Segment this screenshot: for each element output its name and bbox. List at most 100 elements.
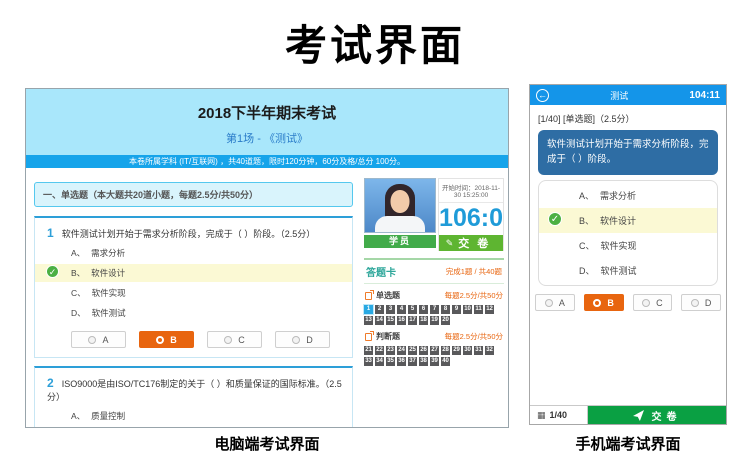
start-time-text: 开始时间：2018-11-30 15:25:00 — [439, 179, 503, 203]
answer-letter: D — [705, 298, 712, 308]
option-text: 软件实现 — [601, 241, 637, 251]
question-cell-29[interactable]: 29 — [452, 346, 461, 355]
mobile-option-row-c[interactable]: C、软件实现 — [539, 233, 717, 258]
mobile-option-list: A、需求分析✓B、软件设计C、软件实现D、软件测试 — [538, 180, 718, 286]
mobile-option-row-b[interactable]: ✓B、软件设计 — [539, 208, 717, 233]
mobile-submit-button[interactable]: 交卷 — [588, 406, 726, 424]
desktop-exam-panel: 2018下半年期末考试 第1场 - 《测试》 本卷所属学科 (IT/互联网) ，… — [25, 88, 509, 428]
question-cell-13[interactable]: 13 — [364, 316, 373, 325]
student-photo-column: 学员 — [364, 178, 436, 251]
question-cell-40[interactable]: 40 — [441, 357, 450, 366]
radio-icon — [224, 336, 232, 344]
question-cell-10[interactable]: 10 — [463, 305, 472, 314]
question-cell-38[interactable]: 38 — [419, 357, 428, 366]
option-row-d[interactable]: D、软件测试 — [35, 304, 352, 322]
submit-button[interactable]: ✎ 交卷 — [439, 235, 503, 251]
option-row-b[interactable]: B、质量管理 — [35, 427, 352, 428]
question-cell-17[interactable]: 17 — [408, 316, 417, 325]
question-cell-35[interactable]: 35 — [386, 357, 395, 366]
question-cell-25[interactable]: 25 — [408, 346, 417, 355]
question-cell-2[interactable]: 2 — [375, 305, 384, 314]
option-label: D、 — [71, 308, 86, 318]
question-cell-18[interactable]: 18 — [419, 316, 428, 325]
question-cell-12[interactable]: 12 — [485, 305, 494, 314]
option-label: B、 — [579, 216, 594, 226]
option-row-a[interactable]: A、质量控制 — [35, 407, 352, 425]
avatar-shirt — [375, 216, 425, 233]
answer-button-d[interactable]: D — [275, 331, 330, 348]
question-cell-26[interactable]: 26 — [419, 346, 428, 355]
mobile-answer-button-b[interactable]: B — [584, 294, 624, 311]
mobile-answer-button-d[interactable]: D — [681, 294, 721, 311]
question-number: 2 — [47, 376, 54, 390]
section-score: 每题2.5分/共50分 — [445, 290, 503, 301]
answer-card-sections: 单选题每题2.5分/共50分12345678910111213141516171… — [364, 290, 504, 366]
exam-header: 2018下半年期末考试 第1场 - 《测试》 本卷所属学科 (IT/互联网) ，… — [26, 89, 508, 168]
answer-button-a[interactable]: A — [71, 331, 126, 348]
mobile-answer-button-a[interactable]: A — [535, 294, 575, 311]
question-cell-31[interactable]: 31 — [474, 346, 483, 355]
option-row-c[interactable]: C、软件实现 — [35, 284, 352, 302]
question-cell-39[interactable]: 39 — [430, 357, 439, 366]
question-cell-36[interactable]: 36 — [397, 357, 406, 366]
question-cell-3[interactable]: 3 — [386, 305, 395, 314]
answer-sheet-button[interactable]: ▦ 1/40 — [530, 406, 588, 424]
question-area: 一、单选题（本大题共20道小题，每题2.5分/共50分） 1软件测试计划开始于需… — [26, 168, 361, 428]
question-cell-6[interactable]: 6 — [419, 305, 428, 314]
question-cell-20[interactable]: 20 — [441, 316, 450, 325]
question-meta: [1/40] [单选题]（2.5分） — [530, 105, 726, 130]
mobile-answer-button-c[interactable]: C — [633, 294, 673, 311]
question-cell-7[interactable]: 7 — [430, 305, 439, 314]
option-row-a[interactable]: A、需求分析 — [35, 244, 352, 262]
question-cell-33[interactable]: 33 — [364, 357, 373, 366]
question-cell-22[interactable]: 22 — [375, 346, 384, 355]
exam-title: 2018下半年期末考试 — [26, 102, 508, 123]
submit-label: 交卷 — [458, 235, 496, 251]
question-cell-34[interactable]: 34 — [375, 357, 384, 366]
question-cell-16[interactable]: 16 — [397, 316, 406, 325]
send-icon — [633, 410, 644, 421]
question-cell-5[interactable]: 5 — [408, 305, 417, 314]
question-cell-9[interactable]: 9 — [452, 305, 461, 314]
question-cell-8[interactable]: 8 — [441, 305, 450, 314]
question-cell-30[interactable]: 30 — [463, 346, 472, 355]
answer-card-section: 单选题每题2.5分/共50分12345678910111213141516171… — [364, 290, 504, 325]
section-name: 单选题 — [365, 290, 400, 301]
mobile-option-row-d[interactable]: D、软件测试 — [539, 258, 717, 283]
back-button[interactable]: ← — [536, 89, 549, 102]
question-card-1: 1软件测试计划开始于需求分析阶段，完成于（ ）阶段。（2.5分） A、需求分析 ✓B… — [34, 216, 353, 358]
mobile-footer: ▦ 1/40 交卷 — [530, 405, 726, 424]
option-text: 需求分析 — [600, 191, 636, 201]
answer-button-b[interactable]: B — [139, 331, 194, 348]
answer-button-c[interactable]: C — [207, 331, 262, 348]
option-label: B、 — [71, 268, 85, 278]
answer-card-header: 答题卡 完成1题 / 共40题 — [364, 258, 504, 284]
mobile-exam-title: 测试 — [549, 89, 689, 102]
question-cell-32[interactable]: 32 — [485, 346, 494, 355]
section-score: 每题2.5分/共50分 — [445, 331, 503, 342]
exam-body: 一、单选题（本大题共20道小题，每题2.5分/共50分） 1软件测试计划开始于需… — [26, 168, 508, 428]
question-cell-4[interactable]: 4 — [397, 305, 406, 314]
mobile-option-row-a[interactable]: A、需求分析 — [539, 183, 717, 208]
option-row-b[interactable]: ✓B、软件设计 — [35, 264, 352, 282]
question-cell-14[interactable]: 14 — [375, 316, 384, 325]
option-label: D、 — [579, 266, 595, 276]
option-text: 软件设计 — [600, 216, 636, 226]
question-cell-24[interactable]: 24 — [397, 346, 406, 355]
question-cell-23[interactable]: 23 — [386, 346, 395, 355]
question-cell-19[interactable]: 19 — [430, 316, 439, 325]
question-text: 2ISO9000是由ISO/TC176制定的关于（ ）和质量保证的国际标准。（2… — [35, 376, 352, 405]
question-cell-28[interactable]: 28 — [441, 346, 450, 355]
question-cell-37[interactable]: 37 — [408, 357, 417, 366]
question-cell-1[interactable]: 1 — [364, 305, 373, 314]
question-text: 1软件测试计划开始于需求分析阶段，完成于（ ）阶段。（2.5分） — [35, 226, 352, 242]
option-label: C、 — [579, 241, 595, 251]
desktop-caption: 电脑端考试界面 — [25, 433, 509, 454]
section-header: 一、单选题（本大题共20道小题，每题2.5分/共50分） — [34, 182, 353, 207]
question-cell-15[interactable]: 15 — [386, 316, 395, 325]
mobile-question-text: 软件测试计划开始于需求分析阶段，完成于（ ）阶段。 — [538, 130, 718, 175]
question-cell-11[interactable]: 11 — [474, 305, 483, 314]
question-cell-27[interactable]: 27 — [430, 346, 439, 355]
option-text: 需求分析 — [91, 248, 125, 258]
question-cell-21[interactable]: 21 — [364, 346, 373, 355]
